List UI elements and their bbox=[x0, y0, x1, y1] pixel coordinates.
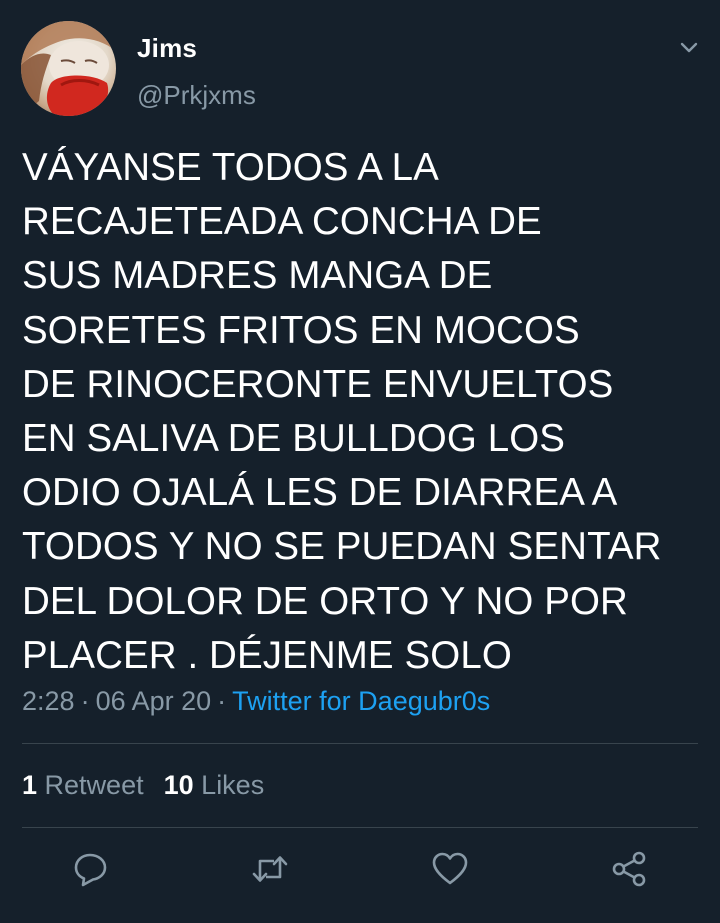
reply-button[interactable] bbox=[71, 849, 111, 889]
tweet: Jims @Prkjxms VÁYANSE TODOS A LA RECAJET… bbox=[0, 0, 720, 923]
author-name[interactable]: Jims bbox=[137, 33, 197, 64]
tweet-stats: 1 Retweet 10 Likes bbox=[22, 770, 264, 801]
tweet-meta: 2:28 · 06 Apr 20 · Twitter for Daegubr0s bbox=[22, 686, 490, 717]
heart-icon bbox=[432, 852, 468, 885]
share-icon bbox=[612, 851, 646, 887]
meta-separator: · bbox=[217, 686, 227, 716]
author-handle[interactable]: @Prkjxms bbox=[137, 80, 256, 111]
retweet-icon bbox=[252, 856, 288, 882]
likes-stat[interactable]: 10 Likes bbox=[164, 770, 265, 800]
reply-icon bbox=[74, 853, 107, 887]
divider bbox=[22, 743, 698, 744]
likes-count: 10 bbox=[163, 770, 194, 800]
retweet-button[interactable] bbox=[250, 849, 290, 889]
retweets-count: 1 bbox=[22, 770, 38, 800]
avatar-image bbox=[21, 21, 116, 116]
retweets-label: Retweet bbox=[44, 770, 144, 800]
avatar[interactable] bbox=[21, 21, 116, 116]
share-button[interactable] bbox=[610, 849, 650, 889]
chevron-down-icon[interactable] bbox=[676, 34, 702, 60]
likes-label: Likes bbox=[201, 770, 265, 800]
tweet-date: 06 Apr 20 bbox=[95, 686, 212, 716]
tweet-time: 2:28 bbox=[22, 686, 75, 716]
like-button[interactable] bbox=[430, 849, 470, 889]
retweets-stat[interactable]: 1 Retweet bbox=[22, 770, 144, 800]
tweet-source-link[interactable]: Twitter for Daegubr0s bbox=[232, 686, 490, 716]
divider bbox=[22, 827, 698, 828]
tweet-text: VÁYANSE TODOS A LA RECAJETEADA CONCHA DE… bbox=[22, 146, 662, 677]
meta-separator: · bbox=[80, 686, 90, 716]
